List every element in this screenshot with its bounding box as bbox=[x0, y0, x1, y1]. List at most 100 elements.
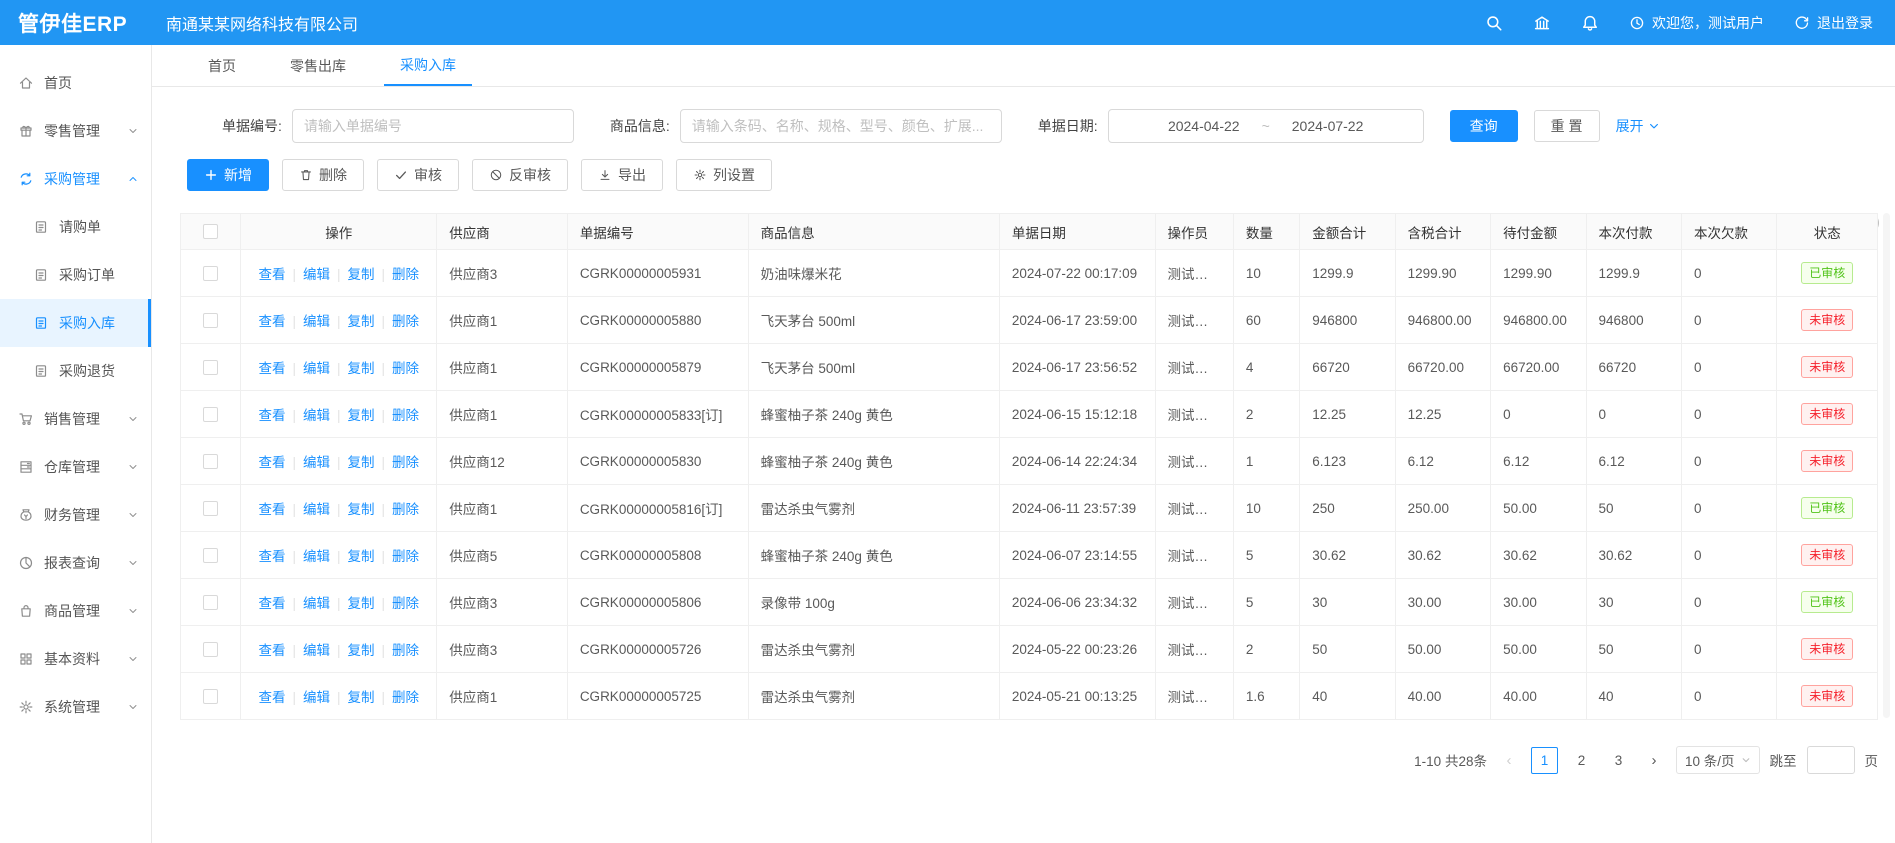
page-button-1[interactable]: 1 bbox=[1531, 747, 1558, 774]
table-scrollbar[interactable] bbox=[1883, 213, 1890, 718]
edit-link[interactable]: 编辑 bbox=[285, 455, 330, 470]
row-checkbox[interactable] bbox=[203, 454, 218, 469]
view-link[interactable]: 查看 bbox=[258, 643, 285, 658]
product-info-input[interactable] bbox=[680, 109, 1002, 143]
column-settings-button[interactable]: 列设置 bbox=[676, 159, 772, 191]
row-checkbox[interactable] bbox=[203, 595, 218, 610]
bell-icon[interactable] bbox=[1581, 14, 1599, 32]
logout-button[interactable]: 退出登录 bbox=[1794, 13, 1873, 33]
delete-link[interactable]: 删除 bbox=[375, 408, 420, 423]
view-link[interactable]: 查看 bbox=[258, 690, 285, 705]
select-all-checkbox[interactable] bbox=[203, 224, 218, 239]
view-link[interactable]: 查看 bbox=[258, 267, 285, 282]
add-button[interactable]: 新增 bbox=[187, 159, 269, 191]
view-link[interactable]: 查看 bbox=[258, 502, 285, 517]
delete-link[interactable]: 删除 bbox=[375, 314, 420, 329]
sidebar-item-basic-data[interactable]: 基本资料 bbox=[0, 635, 151, 683]
copy-link[interactable]: 复制 bbox=[330, 549, 375, 564]
view-link[interactable]: 查看 bbox=[258, 596, 285, 611]
copy-link[interactable]: 复制 bbox=[330, 643, 375, 658]
view-link[interactable]: 查看 bbox=[258, 408, 285, 423]
sidebar-item-warehouse-mgmt[interactable]: 仓库管理 bbox=[0, 443, 151, 491]
row-checkbox[interactable] bbox=[203, 642, 218, 657]
cell-tax-amount: 12.25 bbox=[1395, 391, 1490, 438]
delete-link[interactable]: 删除 bbox=[375, 690, 420, 705]
sidebar-item-product-mgmt[interactable]: 商品管理 bbox=[0, 587, 151, 635]
date-to-value[interactable]: 2024-07-22 bbox=[1292, 118, 1364, 134]
row-checkbox[interactable] bbox=[203, 313, 218, 328]
copy-link[interactable]: 复制 bbox=[330, 314, 375, 329]
delete-link[interactable]: 删除 bbox=[375, 455, 420, 470]
delete-link[interactable]: 删除 bbox=[375, 596, 420, 611]
expand-toggle[interactable]: 展开 bbox=[1616, 116, 1660, 136]
sidebar-item-purchase-order[interactable]: 采购订单 bbox=[0, 251, 151, 299]
row-checkbox[interactable] bbox=[203, 548, 218, 563]
row-checkbox[interactable] bbox=[203, 501, 218, 516]
edit-link[interactable]: 编辑 bbox=[285, 549, 330, 564]
search-icon[interactable] bbox=[1485, 14, 1503, 32]
cell-date: 2024-05-21 00:13:25 bbox=[999, 673, 1155, 720]
sidebar-item-purchase-request[interactable]: 请购单 bbox=[0, 203, 151, 251]
delete-link[interactable]: 删除 bbox=[375, 361, 420, 376]
tab-purchase-inbound[interactable]: 采购入库 bbox=[384, 45, 472, 86]
row-checkbox[interactable] bbox=[203, 689, 218, 704]
row-checkbox[interactable] bbox=[203, 266, 218, 281]
sidebar-item-sales-mgmt[interactable]: 销售管理 bbox=[0, 395, 151, 443]
date-range-picker[interactable]: 2024-04-22 ~ 2024-07-22 bbox=[1108, 109, 1424, 143]
view-link[interactable]: 查看 bbox=[258, 549, 285, 564]
sidebar-item-finance-mgmt[interactable]: 财务管理 bbox=[0, 491, 151, 539]
copy-link[interactable]: 复制 bbox=[330, 408, 375, 423]
edit-link[interactable]: 编辑 bbox=[285, 502, 330, 517]
bill-no-input[interactable] bbox=[292, 109, 574, 143]
audit-button[interactable]: 审核 bbox=[377, 159, 459, 191]
bank-icon[interactable] bbox=[1533, 14, 1551, 32]
edit-link[interactable]: 编辑 bbox=[285, 643, 330, 658]
sidebar-item-system-mgmt[interactable]: 系统管理 bbox=[0, 683, 151, 731]
delete-link[interactable]: 删除 bbox=[375, 267, 420, 282]
sidebar-item-purchase-mgmt[interactable]: 采购管理 bbox=[0, 155, 151, 203]
bill-date-label: 单据日期: bbox=[1038, 116, 1098, 136]
next-page-button[interactable]: › bbox=[1642, 752, 1666, 769]
copy-link[interactable]: 复制 bbox=[330, 267, 375, 282]
edit-link[interactable]: 编辑 bbox=[285, 690, 330, 705]
reset-button[interactable]: 重 置 bbox=[1534, 110, 1600, 142]
edit-link[interactable]: 编辑 bbox=[285, 596, 330, 611]
prev-page-button[interactable]: ‹ bbox=[1497, 752, 1521, 769]
unaudit-button[interactable]: 反审核 bbox=[472, 159, 568, 191]
view-link[interactable]: 查看 bbox=[258, 314, 285, 329]
delete-link[interactable]: 删除 bbox=[375, 549, 420, 564]
page-size-select[interactable]: 10 条/页 bbox=[1676, 746, 1760, 774]
date-from-value[interactable]: 2024-04-22 bbox=[1168, 118, 1240, 134]
edit-link[interactable]: 编辑 bbox=[285, 361, 330, 376]
edit-link[interactable]: 编辑 bbox=[285, 408, 330, 423]
copy-link[interactable]: 复制 bbox=[330, 455, 375, 470]
page-jump-input[interactable] bbox=[1807, 746, 1855, 774]
delete-link[interactable]: 删除 bbox=[375, 502, 420, 517]
table-row: 查看编辑复制删除 供应商1 CGRK00000005725 雷达杀虫气雾剂 20… bbox=[181, 673, 1878, 720]
delete-link[interactable]: 删除 bbox=[375, 643, 420, 658]
edit-link[interactable]: 编辑 bbox=[285, 267, 330, 282]
export-button[interactable]: 导出 bbox=[581, 159, 663, 191]
view-link[interactable]: 查看 bbox=[258, 455, 285, 470]
col-header-status: 状态 bbox=[1777, 214, 1878, 250]
sidebar-item-purchase-return[interactable]: 采购退货 bbox=[0, 347, 151, 395]
page-button-3[interactable]: 3 bbox=[1605, 747, 1632, 774]
user-welcome[interactable]: 欢迎您，测试用户 bbox=[1629, 13, 1764, 33]
page-button-2[interactable]: 2 bbox=[1568, 747, 1595, 774]
sidebar-item-home[interactable]: 首页 bbox=[0, 59, 151, 107]
tab-home[interactable]: 首页 bbox=[192, 45, 252, 86]
row-checkbox[interactable] bbox=[203, 360, 218, 375]
row-checkbox[interactable] bbox=[203, 407, 218, 422]
copy-link[interactable]: 复制 bbox=[330, 690, 375, 705]
sidebar-item-purchase-inbound[interactable]: 采购入库 bbox=[0, 299, 151, 347]
search-button[interactable]: 查询 bbox=[1450, 110, 1518, 142]
delete-button[interactable]: 删除 bbox=[282, 159, 364, 191]
tab-retail-outbound[interactable]: 零售出库 bbox=[274, 45, 362, 86]
edit-link[interactable]: 编辑 bbox=[285, 314, 330, 329]
view-link[interactable]: 查看 bbox=[258, 361, 285, 376]
sidebar-item-report-query[interactable]: 报表查询 bbox=[0, 539, 151, 587]
sidebar-item-retail-mgmt[interactable]: 零售管理 bbox=[0, 107, 151, 155]
copy-link[interactable]: 复制 bbox=[330, 502, 375, 517]
copy-link[interactable]: 复制 bbox=[330, 596, 375, 611]
copy-link[interactable]: 复制 bbox=[330, 361, 375, 376]
